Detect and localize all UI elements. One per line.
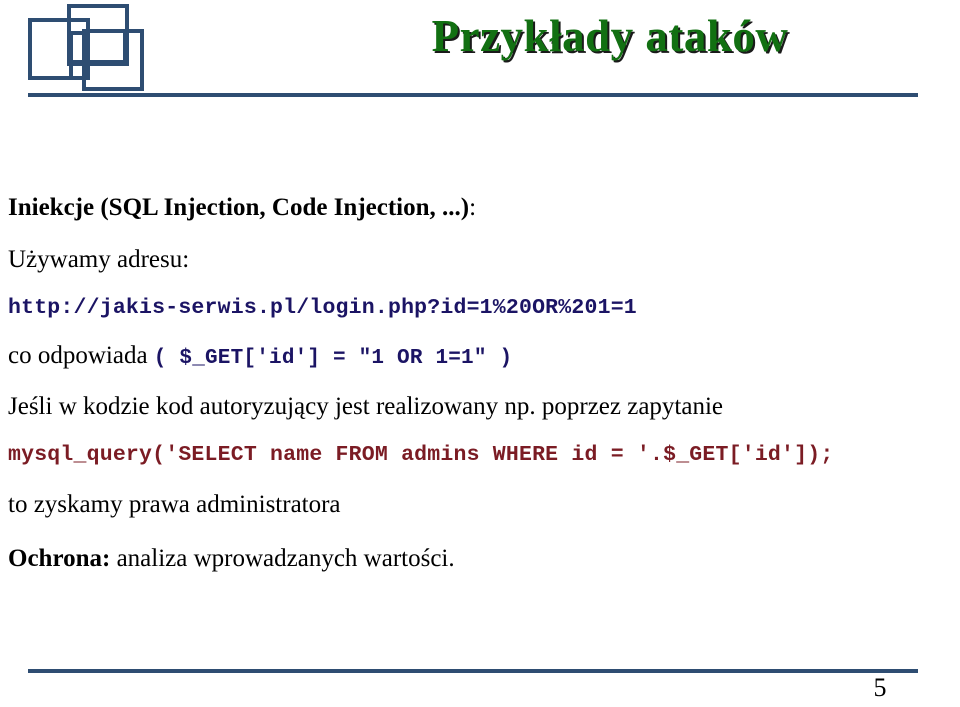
line-to-zyskamy: to zyskamy prawa administratora <box>8 491 341 518</box>
co-odpowiada-prefix: co odpowiada <box>8 342 154 369</box>
header-divider <box>28 93 918 97</box>
slide-content: Iniekcje (SQL Injection, Code Injection,… <box>8 193 954 574</box>
line-co-odpowiada: co odpowiada ( $_GET['id'] = "1 OR 1=1" … <box>8 341 954 374</box>
heading-bold-text: Iniekcje (SQL Injection, Code Injection,… <box>8 194 470 221</box>
line-jesli-w-kodzie: Jeśli w kodzie kod autoryzujący jest rea… <box>8 393 724 420</box>
page-title: Przykłady ataków <box>431 11 789 61</box>
ochrona-text: analiza wprowadzanych wartości. <box>110 545 455 572</box>
page-number: 5 <box>873 673 887 702</box>
mysql-query-code: mysql_query('SELECT name FROM admins WHE… <box>8 443 834 467</box>
slide-header: Przykłady ataków <box>0 0 960 104</box>
three-interlocking-squares-logo <box>27 3 145 95</box>
line-uzywamy-adresu: Używamy adresu: <box>8 246 190 273</box>
heading-plain-text: : <box>469 194 477 221</box>
get-id-code-snippet: ( $_GET['id'] = "1 OR 1=1" ) <box>153 347 513 370</box>
attack-url: http://jakis-serwis.pl/login.php?id=1%20… <box>8 296 637 320</box>
content-heading: Iniekcje (SQL Injection, Code Injection,… <box>8 193 954 223</box>
ochrona-label: Ochrona: <box>8 545 111 572</box>
footer-divider <box>28 669 918 673</box>
line-ochrona: Ochrona: analiza wprowadzanych wartości. <box>8 544 954 574</box>
